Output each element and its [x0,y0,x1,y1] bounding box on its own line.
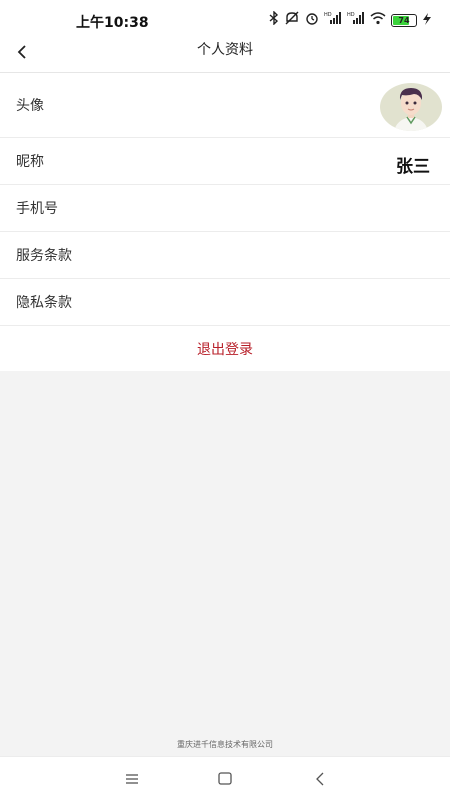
alarm-icon [305,11,319,30]
status-time: 上午10:38 [76,15,149,31]
home-icon[interactable] [213,767,237,791]
menu-icon[interactable] [120,767,144,791]
avatar-row[interactable]: 头像 [0,73,450,138]
svg-text:HD: HD [324,12,332,18]
nickname-value: 张三 [396,157,430,177]
avatar[interactable] [380,83,442,131]
profile-list: 头像 昵称 张三 手机号 服务条款 隐私条款 退出登录 [0,73,450,371]
system-nav-bar [0,756,450,801]
battery-text: 74 [398,15,410,25]
status-icons: HD HD 74 [269,9,432,30]
svg-text:HD: HD [347,12,355,18]
back-icon[interactable] [308,767,332,791]
status-bar: 上午10:38 HD HD 74 [0,0,450,40]
nickname-row[interactable]: 昵称 张三 [0,138,450,185]
mute-icon [284,11,300,30]
company-footer: 重庆进千信息技术有限公司 [177,740,273,749]
bluetooth-icon [269,9,279,30]
privacy-row[interactable]: 隐私条款 [0,279,450,326]
wifi-icon [370,11,386,30]
nickname-label: 昵称 [16,154,44,170]
signal-icon: HD [347,11,365,30]
phone-label: 手机号 [16,201,58,217]
logout-label: 退出登录 [197,341,253,358]
phone-row[interactable]: 手机号 [0,185,450,232]
avatar-label: 头像 [16,98,44,114]
terms-label: 服务条款 [16,248,72,264]
signal-icon: HD [324,11,342,30]
battery-icon: 74 [391,13,417,27]
logout-button[interactable]: 退出登录 [0,326,450,371]
privacy-label: 隐私条款 [16,295,72,311]
header-bar: 个人资料 [0,40,450,73]
page-title: 个人资料 [197,42,253,58]
charging-icon [422,12,432,29]
terms-row[interactable]: 服务条款 [0,232,450,279]
